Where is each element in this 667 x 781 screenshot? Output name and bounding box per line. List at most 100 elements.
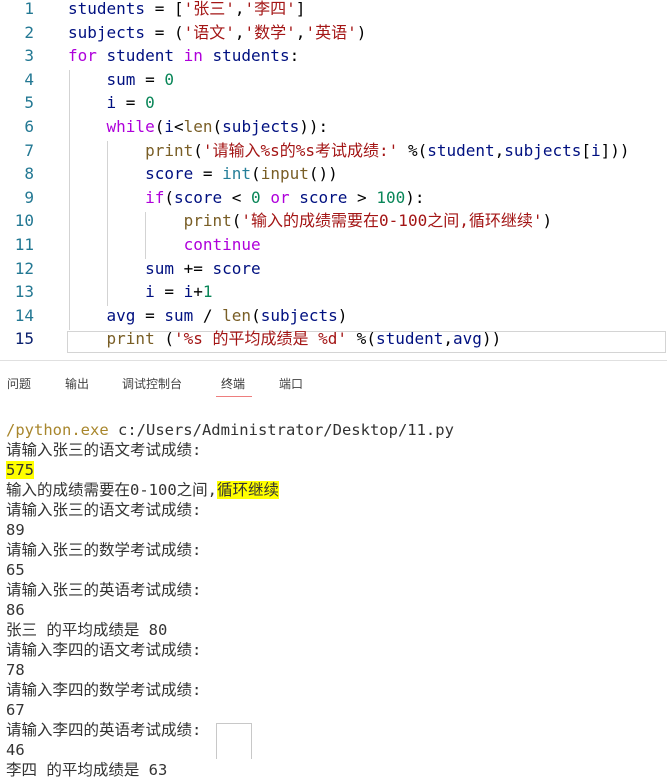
code-token: 0: [145, 93, 155, 113]
code-token: int: [222, 164, 252, 184]
code-token: ,: [295, 22, 306, 42]
line-number: 8: [24, 164, 34, 184]
code-text: avg = sum / len(subjects): [68, 304, 348, 328]
code-line[interactable]: 3 for student in students:: [0, 44, 667, 68]
code-token: '李四': [244, 0, 296, 18]
code-token: student: [375, 329, 444, 349]
script-path: c:/Users/Administrator/Desktop/11.py: [108, 421, 454, 439]
terminal-text: 张三 的平均成绩是 80: [6, 621, 168, 639]
code-token: '请输入%s的%s考试成绩:': [202, 140, 399, 160]
line-number: 13: [14, 282, 34, 302]
line-number: 11: [14, 235, 34, 254]
terminal-text: 65: [6, 561, 25, 579]
code-line[interactable]: 1 students = ['张三','李四']: [0, 0, 667, 21]
code-line[interactable]: 6 while(i<len(subjects)):: [0, 115, 667, 139]
code-token: score: [145, 164, 194, 184]
code-line[interactable]: 5 i = 0: [0, 91, 667, 115]
code-token: student: [427, 140, 495, 160]
code-line[interactable]: 14 avg = sum / len(subjects): [0, 304, 667, 328]
terminal-line: 78: [6, 660, 25, 680]
code-token: (: [164, 187, 174, 207]
code-token: subjects: [260, 305, 338, 325]
terminal-line: 请输入李四的数学考试成绩:: [6, 680, 201, 700]
tab-ports[interactable]: 端口: [279, 375, 303, 392]
code-text: for student in students:: [68, 44, 299, 68]
code-text: print('请输入%s的%s考试成绩:' %(student,subjects…: [68, 139, 630, 163]
code-line[interactable]: 7 print('请输入%s的%s考试成绩:' %(student,subjec…: [0, 139, 667, 163]
code-line[interactable]: 4 sum = 0: [0, 68, 667, 92]
code-line[interactable]: 10 print('输入的成绩需要在0-100之间,循环继续'): [0, 209, 667, 233]
terminal-text: 李四 的平均成绩是 63: [6, 761, 168, 779]
code-token: if: [145, 187, 165, 207]
tab-problems[interactable]: 问题: [7, 375, 31, 392]
terminal-text: 请输入张三的数学考试成绩:: [6, 541, 202, 559]
code-token: students: [68, 0, 146, 18]
code-token: %(: [398, 140, 428, 160]
code-token: = [: [145, 0, 184, 18]
code-text: i = i+1: [68, 280, 212, 304]
line-number: 14: [14, 305, 34, 325]
tab-output[interactable]: 输出: [65, 375, 89, 392]
terminal-text: 输入的成绩需要在0-100之间,: [6, 481, 217, 499]
code-line[interactable]: 11 continue: [0, 233, 667, 257]
terminal-line: 输入的成绩需要在0-100之间,循环继续: [6, 480, 280, 500]
line-number: 15: [14, 329, 34, 349]
code-token: i: [183, 282, 194, 302]
code-token: subjects: [68, 22, 146, 42]
code-token: '张三': [183, 0, 235, 18]
tab-debug-console[interactable]: 调试控制台: [122, 375, 182, 392]
code-token: students: [202, 46, 290, 66]
code-token: =: [135, 305, 165, 325]
terminal-text: 86: [6, 601, 25, 619]
code-token: ): [337, 305, 348, 325]
code-text: print('输入的成绩需要在0-100之间,循环继续'): [68, 209, 553, 233]
active-tab-frame: [216, 723, 252, 759]
code-token: score: [173, 187, 223, 207]
code-token: (: [212, 117, 223, 136]
terminal-line: 请输入李四的英语考试成绩:: [6, 720, 201, 740]
code-token: i: [164, 117, 174, 136]
code-line[interactable]: 13 i = i+1: [0, 280, 667, 304]
code-token: >: [347, 187, 377, 207]
terminal-text: 请输入李四的语文考试成绩:: [6, 641, 202, 659]
line-number: 3: [24, 46, 34, 66]
terminal-line: 575: [6, 460, 34, 480]
code-token: =: [135, 69, 165, 89]
code-line[interactable]: 15 print ('%s 的平均成绩是 %d' %(student,avg)): [0, 327, 667, 351]
code-token: sum: [145, 258, 174, 278]
code-token: sum: [106, 69, 136, 89]
code-line[interactable]: 2 subjects = ('语文','数学','英语'): [0, 21, 667, 45]
terminal-text: 请输入张三的英语考试成绩:: [6, 581, 202, 599]
code-line[interactable]: 12 sum += score: [0, 257, 667, 281]
tab-terminal[interactable]: 终端: [221, 375, 245, 392]
terminal-text: 请输入张三的语文考试成绩:: [6, 441, 202, 459]
code-editor[interactable]: 1 students = ['张三','李四'] 2 subjects = ('语文'…: [0, 0, 667, 354]
code-token: ])): [600, 140, 630, 160]
code-token: ,: [234, 22, 245, 42]
code-token: i: [106, 93, 117, 113]
code-line[interactable]: 9 if(score < 0 or score > 100):: [0, 186, 667, 210]
code-token: ):: [405, 187, 425, 207]
terminal-line: 67: [6, 700, 25, 720]
line-number: 9: [24, 187, 34, 207]
code-token: continue: [183, 235, 261, 254]
terminal-line: 李四 的平均成绩是 63: [6, 760, 167, 780]
code-token: input: [260, 164, 309, 184]
code-token: ()): [308, 164, 338, 184]
line-number: 6: [24, 117, 34, 136]
code-token: ,: [443, 329, 454, 349]
code-token: or: [270, 187, 290, 207]
code-token: ): [356, 22, 367, 42]
code-line[interactable]: 8 score = int(input()): [0, 162, 667, 186]
code-token: ,: [234, 0, 245, 18]
code-token: len: [222, 305, 252, 325]
code-text: sum += score: [68, 257, 261, 281]
code-token: len: [183, 117, 213, 136]
code-token: =: [154, 282, 184, 302]
